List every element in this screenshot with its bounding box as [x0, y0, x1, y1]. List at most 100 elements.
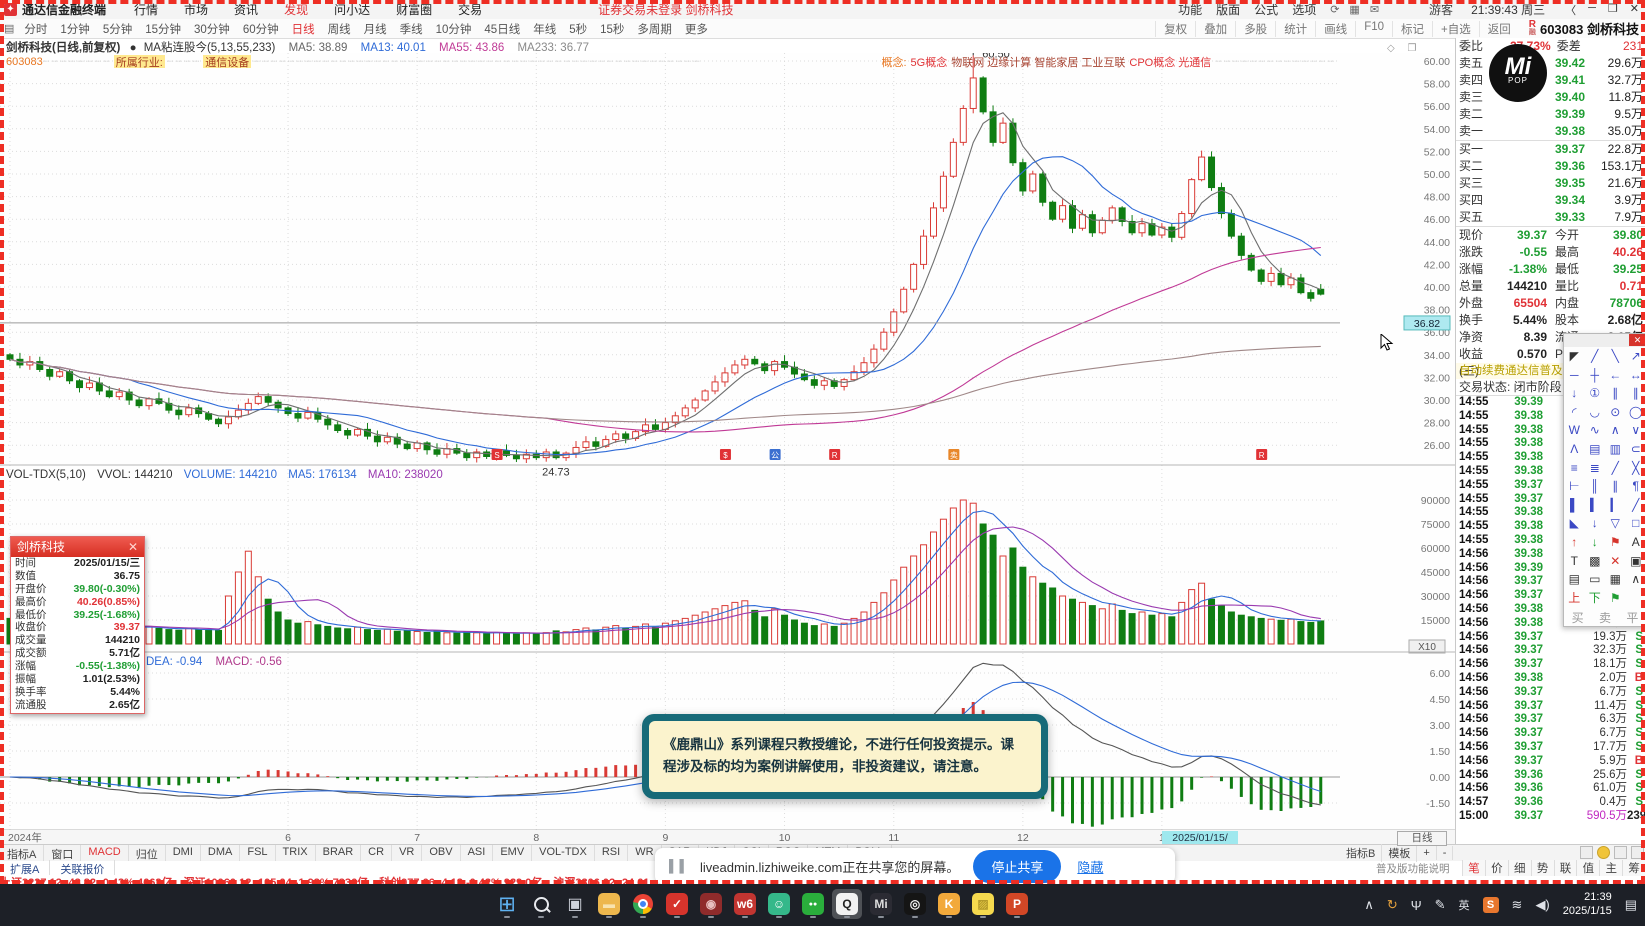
detail-tab-主[interactable]: 主	[1599, 860, 1622, 876]
close-icon[interactable]: ✕	[1629, 334, 1645, 346]
drawing-tool-icon[interactable]: 下	[1585, 589, 1606, 608]
menu-item-资讯[interactable]: 资讯	[234, 1, 258, 18]
guest-label[interactable]: 游客	[1429, 1, 1453, 18]
indicator-tab-DMA[interactable]: DMA	[201, 845, 241, 861]
toolbar-button-统计[interactable]: 统计	[1275, 20, 1315, 37]
drawing-tool-icon[interactable]: ╱	[1605, 459, 1626, 478]
drawing-tool-icon[interactable]: ⚑	[1605, 589, 1626, 608]
period-tab-10分钟[interactable]: 10分钟	[436, 21, 472, 37]
qq-button[interactable]: Q	[832, 889, 862, 919]
indicator-tab-EMV[interactable]: EMV	[493, 845, 533, 861]
grid-icon[interactable]: ▦	[1349, 3, 1359, 16]
indicator-name[interactable]: MA粘连股今(5,13,55,233)	[144, 42, 276, 54]
volume-icon[interactable]: ◀)	[1535, 897, 1549, 913]
drawing-tool-icon[interactable]: ≣	[1585, 459, 1606, 478]
concept-list[interactable]: 物联网 边缘计算 智能家居 工业互联	[951, 55, 1125, 69]
drawing-tool-icon[interactable]: W	[1564, 421, 1585, 440]
sticky-notes-button[interactable]: ▨	[968, 889, 998, 919]
drawing-tool-icon[interactable]: ─	[1564, 366, 1585, 385]
indicator-tab-FSL[interactable]: FSL	[240, 845, 276, 861]
detail-tab-笔[interactable]: 笔	[1462, 860, 1485, 876]
bid-row[interactable]: 买一 39.37 22.8万	[1456, 141, 1645, 158]
green-app-button[interactable]: ☺	[764, 889, 794, 919]
close-button[interactable]: ✕	[1630, 2, 1639, 18]
drawing-tool-icon[interactable]: ▎	[1605, 496, 1626, 515]
ask-row[interactable]: 卖四 39.41 32.7万	[1456, 72, 1645, 89]
drawing-tool-icon[interactable]: ⊢	[1564, 477, 1585, 496]
indicator-tab-BRAR[interactable]: BRAR	[316, 845, 362, 861]
period-tab-更多[interactable]: 更多	[685, 21, 708, 37]
drawing-tool-icon[interactable]: ║	[1585, 477, 1606, 496]
drawing-tool-icon[interactable]: ╳	[1626, 459, 1645, 478]
period-tab-多周期[interactable]: 多周期	[637, 21, 672, 37]
drawing-tool-icon[interactable]: ◜	[1564, 403, 1585, 422]
industry-label[interactable]: 所属行业:	[113, 55, 165, 68]
toolbar-button-+自选[interactable]: +自选	[1432, 20, 1479, 37]
palette-footer-平[interactable]: 平	[1626, 609, 1638, 626]
drawing-tool-icon[interactable]: ⊂	[1626, 440, 1645, 459]
period-tab-月线[interactable]: 月线	[364, 21, 387, 37]
drawing-tool-icon[interactable]: ▦	[1605, 570, 1626, 589]
drawing-tool-icon[interactable]: ①	[1585, 384, 1606, 403]
indicator-tab-窗口[interactable]: 窗口	[44, 845, 82, 861]
mi-app-button[interactable]: Mi	[866, 889, 896, 919]
indicator-tab-VR[interactable]: VR	[392, 845, 423, 861]
indicator-tab-OBV[interactable]: OBV	[422, 845, 461, 861]
mail-icon[interactable]: ✉	[1370, 3, 1379, 16]
menu-item-功能[interactable]: 功能	[1178, 1, 1202, 18]
camera-app-button[interactable]: ◎	[900, 889, 930, 919]
drawing-tool-icon[interactable]: ▤	[1585, 440, 1606, 459]
bid-row[interactable]: 买三 39.35 21.6万	[1456, 175, 1645, 192]
drawing-tool-icon[interactable]: ↓	[1564, 384, 1585, 403]
drawing-tool-icon[interactable]: ∧	[1605, 421, 1626, 440]
powerpoint-button[interactable]: P	[1002, 889, 1032, 919]
notification-icon[interactable]: ▤	[1625, 897, 1637, 913]
menu-item-版面[interactable]: 版面	[1216, 1, 1240, 18]
maximize-button[interactable]: ❐	[1608, 2, 1618, 18]
menu-item-发现[interactable]: 发现	[284, 1, 308, 18]
drawing-tool-icon[interactable]: ∨	[1626, 421, 1645, 440]
period-tab-分时[interactable]: 分时	[24, 21, 47, 37]
drawing-tool-icon[interactable]: ✕	[1605, 552, 1626, 571]
drawing-tool-icon[interactable]: ╱	[1585, 347, 1606, 366]
chrome-button[interactable]	[628, 889, 658, 919]
mini-coin-icon[interactable]	[1597, 846, 1610, 859]
ext-tab-扩展A[interactable]: 扩展A	[0, 860, 51, 876]
period-tab-日线[interactable]: 日线	[292, 21, 315, 37]
menu-item-公式[interactable]: 公式	[1254, 1, 1278, 18]
red-circle-app-button[interactable]: ◉	[696, 889, 726, 919]
drawing-tool-icon[interactable]: ⚑	[1605, 533, 1626, 552]
indicator-tab-TRIX[interactable]: TRIX	[276, 845, 316, 861]
period-tab-5分钟[interactable]: 5分钟	[103, 21, 132, 37]
palette-footer-卖[interactable]: 卖	[1599, 609, 1611, 626]
bid-row[interactable]: 买四 39.34 3.9万	[1456, 192, 1645, 209]
mini-save-icon[interactable]	[1631, 846, 1644, 859]
period-tab-年线[interactable]: 年线	[533, 21, 556, 37]
wechat-button[interactable]: ●●	[798, 889, 828, 919]
drawing-tool-icon[interactable]: ▭	[1585, 570, 1606, 589]
period-tab-季线[interactable]: 季线	[400, 21, 423, 37]
bottom-button-指标B[interactable]: 指标B	[1340, 844, 1383, 862]
detail-tab-筹[interactable]: 筹	[1622, 860, 1645, 876]
task-view-button[interactable]: ▣	[560, 889, 590, 919]
pen-icon[interactable]: ✎	[1435, 897, 1446, 913]
indicator-tab-指标A[interactable]: 指标A	[0, 845, 45, 861]
drawing-tool-icon[interactable]: ∥	[1605, 384, 1626, 403]
hide-share-link[interactable]: 隐藏	[1077, 857, 1103, 876]
indicator-tab-ASI[interactable]: ASI	[461, 845, 494, 861]
bid-row[interactable]: 买五 39.33 7.9万	[1456, 209, 1645, 226]
concept-hot[interactable]: 5G概念	[911, 55, 948, 69]
tray-chevron-icon[interactable]: ∧	[1364, 897, 1374, 913]
tray-clock[interactable]: 21:39 2025/1/15	[1563, 891, 1612, 919]
bottom-button-+[interactable]: +	[1417, 846, 1437, 860]
search-button[interactable]	[526, 889, 556, 919]
menu-item-问小达[interactable]: 问小达	[334, 1, 370, 18]
ask-row[interactable]: 卖三 39.40 11.8万	[1456, 89, 1645, 106]
bottom-button--[interactable]: -	[1437, 846, 1454, 860]
drawing-tool-icon[interactable]: ◣	[1564, 514, 1585, 533]
drawing-tool-icon[interactable]: ▤	[1564, 570, 1585, 589]
bottom-button-模板[interactable]: 模板	[1382, 844, 1418, 862]
drawing-tool-icon[interactable]: ∥	[1626, 384, 1645, 403]
ask-row[interactable]: 卖五 39.42 29.6万	[1456, 55, 1645, 72]
close-icon[interactable]: ✕	[128, 537, 138, 557]
